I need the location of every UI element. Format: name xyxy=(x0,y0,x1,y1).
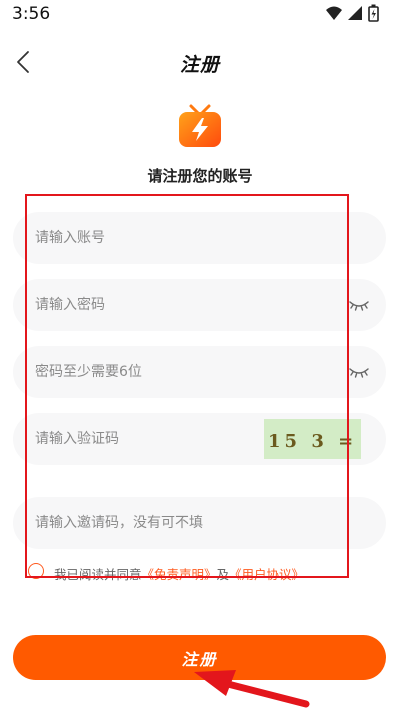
confirm-password-field-container xyxy=(13,346,386,398)
agreement-prefix: 我已阅读并同意 xyxy=(54,567,142,582)
password-field-container xyxy=(13,279,386,331)
captcha-text: 15 3 = ? xyxy=(268,431,361,452)
agreement-text: 我已阅读并同意《免责声明》及《用户协议》 xyxy=(54,564,304,583)
agreement-checkbox[interactable] xyxy=(28,563,44,579)
captcha-input[interactable] xyxy=(35,413,255,465)
invite-code-field-container xyxy=(13,497,386,549)
invite-code-input[interactable] xyxy=(35,497,335,549)
tv-lightning-logo-icon xyxy=(179,104,221,147)
eye-closed-icon xyxy=(349,301,369,311)
register-subtitle: 请注册您的账号 xyxy=(147,167,253,185)
register-button[interactable]: 注册 xyxy=(13,635,386,680)
battery-icon xyxy=(368,4,379,22)
account-input[interactable] xyxy=(35,212,335,264)
agreement-and: 及 xyxy=(216,567,230,582)
captcha-field-container: 15 3 = ? xyxy=(13,413,386,465)
app-logo xyxy=(178,103,222,148)
header: 注册 xyxy=(0,40,400,84)
account-field-container xyxy=(13,212,386,264)
captcha-image[interactable]: 15 3 = ? xyxy=(264,419,378,459)
agreement-row: 我已阅读并同意《免责声明》及《用户协议》 xyxy=(28,561,358,583)
confirm-password-input[interactable] xyxy=(35,346,335,398)
wifi-icon xyxy=(326,6,342,20)
eye-closed-icon xyxy=(349,368,369,378)
disclaimer-link[interactable]: 《免责声明》 xyxy=(142,567,217,582)
status-icons xyxy=(324,4,386,24)
confirm-password-visibility-toggle[interactable] xyxy=(348,360,370,382)
signal-icon xyxy=(348,6,362,20)
user-agreement-link[interactable]: 《用户协议》 xyxy=(229,567,304,582)
password-visibility-toggle[interactable] xyxy=(348,293,370,315)
page-title: 注册 xyxy=(179,54,220,76)
password-input[interactable] xyxy=(35,279,335,331)
status-time: 3:56 xyxy=(12,4,51,24)
status-bar: 3:56 xyxy=(0,0,400,30)
